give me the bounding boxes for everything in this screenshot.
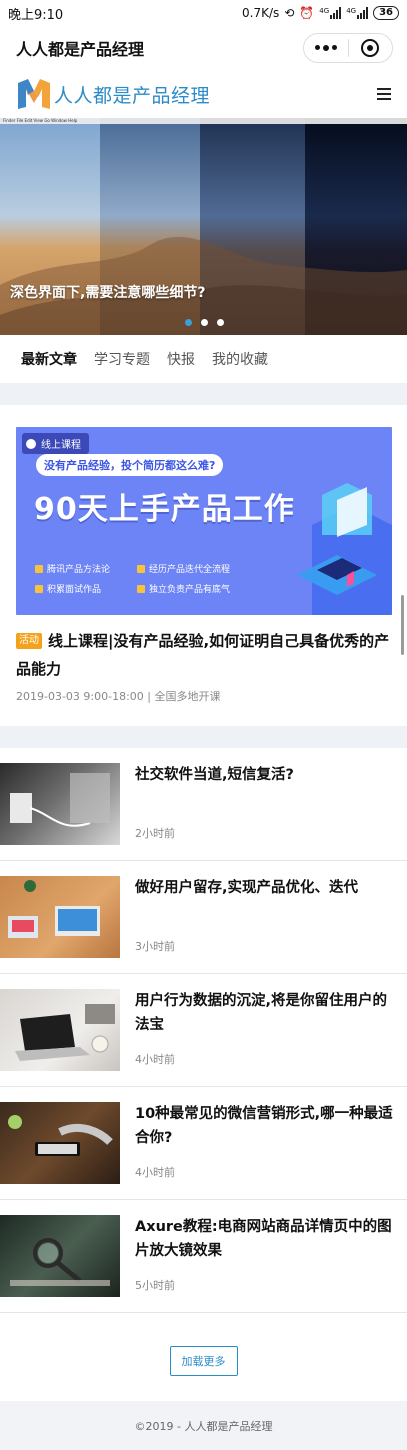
section-divider — [0, 726, 407, 748]
course-feature: 经历产品迭代全流程 — [137, 562, 239, 575]
brand-logo-link[interactable]: 人人都是产品经理 — [16, 77, 210, 111]
signal-icon-2: 4G — [346, 7, 369, 19]
battery-indicator: 36 — [373, 6, 399, 20]
tab-topics[interactable]: 学习专题 — [94, 349, 150, 369]
article-title: Axure教程:电商网站商品详情页中的图片放大镜效果 — [135, 1219, 392, 1259]
article-title: 社交软件当道,短信复活? — [135, 767, 294, 783]
load-more-section: 加载更多 — [0, 1313, 407, 1408]
logo-icon — [18, 79, 50, 109]
article-time: 3小时前 — [135, 940, 175, 953]
signal-icon-1: 4G — [319, 7, 342, 19]
article-title: 做好用户留存,实现产品优化、迭代 — [135, 880, 359, 896]
status-indicators: 0.7K/s ⟲ ⏰ 4G 4G 36 — [242, 6, 399, 20]
course-title[interactable]: 活动 线上课程|没有产品经验,如何证明自己具备优秀的产品能力 — [16, 627, 392, 683]
course-feature: 独立负责产品有底气 — [137, 582, 239, 595]
article-time: 5小时前 — [135, 1279, 175, 1292]
article-time: 4小时前 — [135, 1166, 175, 1179]
more-dots-icon — [314, 45, 337, 51]
course-question: 没有产品经验，投个简历都这么难? — [36, 454, 224, 476]
course-headline: 90天上手产品工作 — [34, 492, 295, 527]
hero-banner[interactable]: Finder File Edit View Go Window Help 深色界… — [0, 118, 407, 335]
load-more-button[interactable]: 加载更多 — [169, 1345, 238, 1376]
status-bar: 晚上9:10 0.7K/s ⟲ ⏰ 4G 4G 36 — [0, 0, 407, 26]
isometric-illustration — [297, 483, 392, 615]
article-title: 用户行为数据的沉淀,将是你留住用户的法宝 — [135, 993, 388, 1033]
carousel-dots — [185, 319, 224, 326]
article-title: 10种最常见的微信营销形式,哪一种最适合你? — [135, 1106, 393, 1146]
article-thumbnail — [0, 763, 120, 845]
event-badge: 活动 — [16, 633, 42, 649]
course-feature: 积累面试作品 — [35, 582, 137, 595]
scrollbar[interactable] — [401, 595, 404, 655]
carousel-dot[interactable] — [201, 319, 208, 326]
course-features: 腾讯产品方法论 经历产品迭代全流程 积累面试作品 独立负责产品有底气 — [35, 562, 239, 595]
info-icon — [26, 438, 36, 449]
mini-program-titlebar: 人人都是产品经理 — [0, 26, 407, 70]
article-thumbnail — [0, 1102, 120, 1184]
site-header: 人人都是产品经理 — [0, 70, 407, 118]
carousel-dot[interactable] — [185, 319, 192, 326]
course-title-text: 线上课程|没有产品经验,如何证明自己具备优秀的产品能力 — [16, 632, 390, 678]
article-thumbnail — [0, 989, 120, 1071]
content-tabs: 最新文章 学习专题 快报 我的收藏 — [0, 335, 407, 383]
banner-menubar: Finder File Edit View Go Window Help — [0, 118, 407, 124]
tab-news[interactable]: 快报 — [167, 349, 195, 369]
article-time: 4小时前 — [135, 1053, 175, 1066]
section-divider — [0, 383, 407, 405]
capsule-menu — [303, 33, 393, 63]
article-time: 2小时前 — [135, 827, 175, 840]
article-thumbnail — [0, 876, 120, 958]
tab-favorites[interactable]: 我的收藏 — [212, 349, 268, 369]
course-promo[interactable]: 线上课程 没有产品经验，投个简历都这么难? 90天上手产品工作 腾讯产品方法论 … — [0, 405, 407, 726]
article-thumbnail — [0, 1215, 120, 1297]
mini-program-title: 人人都是产品经理 — [16, 40, 145, 59]
sync-icon: ⟲ — [284, 6, 295, 20]
banner-title: 深色界面下,需要注意哪些细节? — [10, 285, 206, 301]
course-chip: 线上课程 — [22, 433, 89, 454]
article-item[interactable]: 10种最常见的微信营销形式,哪一种最适合你? 4小时前 — [0, 1087, 407, 1200]
article-list: 社交软件当道,短信复活? 2小时前 做好用户留存,实现产品优化、迭代 3小时前 … — [0, 748, 407, 1313]
dunes-illustration — [0, 236, 407, 335]
course-banner-image[interactable]: 线上课程 没有产品经验，投个简历都这么难? 90天上手产品工作 腾讯产品方法论 … — [16, 427, 392, 615]
article-item[interactable]: 用户行为数据的沉淀,将是你留住用户的法宝 4小时前 — [0, 974, 407, 1087]
target-icon — [361, 39, 380, 57]
carousel-dot[interactable] — [217, 319, 224, 326]
close-mini-program-button[interactable] — [349, 34, 393, 62]
footer: ©2019 - 人人都是产品经理 — [0, 1401, 407, 1450]
status-time: 晚上9:10 — [8, 7, 64, 23]
copyright-text: ©2019 - 人人都是产品经理 — [134, 1419, 273, 1433]
article-item[interactable]: 做好用户留存,实现产品优化、迭代 3小时前 — [0, 861, 407, 974]
brand-name: 人人都是产品经理 — [54, 84, 211, 107]
course-feature: 腾讯产品方法论 — [35, 562, 137, 575]
more-button[interactable] — [304, 34, 348, 62]
article-item[interactable]: Axure教程:电商网站商品详情页中的图片放大镜效果 5小时前 — [0, 1200, 407, 1313]
alarm-icon: ⏰ — [299, 6, 315, 20]
tab-latest[interactable]: 最新文章 — [21, 349, 77, 369]
network-speed: 0.7K/s — [242, 6, 280, 20]
menu-icon[interactable] — [377, 88, 391, 100]
article-item[interactable]: 社交软件当道,短信复活? 2小时前 — [0, 748, 407, 861]
course-meta: 2019-03-03 9:00-18:00 | 全国多地开课 — [16, 690, 221, 703]
